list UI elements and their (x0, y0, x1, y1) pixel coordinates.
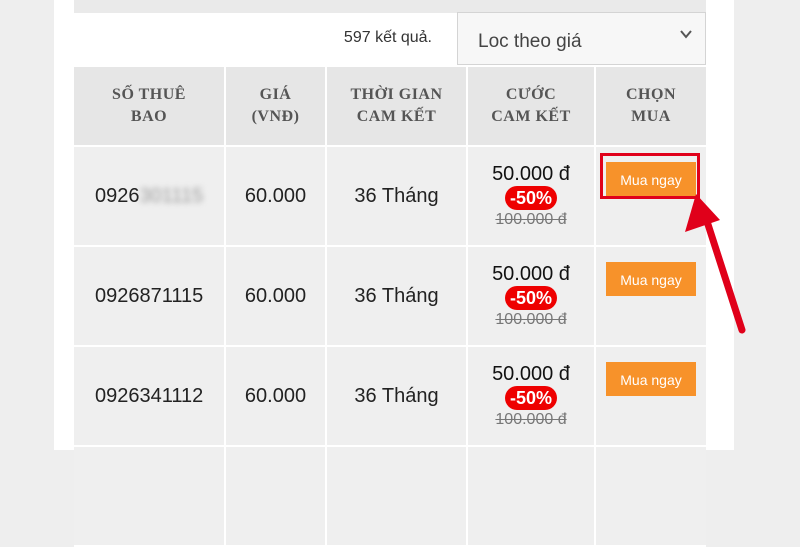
blurred-digits: 301115 (139, 184, 204, 207)
subscriber-number: 0926341112 (74, 346, 226, 447)
original-price: 100.000 đ (495, 211, 567, 228)
header-price: GIÁ (VNĐ) (225, 67, 327, 147)
price-cell: 60.000 (225, 346, 327, 447)
price-cell: 60.000 (225, 246, 327, 347)
arrow-pointer-icon (685, 194, 746, 334)
original-price: 100.000 đ (495, 411, 567, 428)
subscriber-number: 0926301115 (74, 146, 226, 247)
results-table: SỐ THUÊ BAO GIÁ (VNĐ) THỜI GIAN CAM KẾT CƯỚ… (74, 67, 706, 547)
original-price: 100.000 đ (495, 311, 567, 328)
buy-now-button[interactable]: Mua ngay (606, 362, 696, 396)
fee-price: 50.000 đ (492, 163, 570, 185)
chevron-down-icon (680, 30, 692, 39)
fee-price: 50.000 đ (492, 263, 570, 285)
header-subscriber-number: SỐ THUÊ BAO (74, 67, 226, 147)
discount-badge: -50% (504, 186, 558, 210)
term-cell: 36 Tháng (326, 346, 468, 447)
header-choose-buy: CHỌN MUA (595, 67, 706, 147)
subscriber-number: 0926871115 (74, 246, 226, 347)
price-filter-select[interactable]: Loc theo giá (457, 12, 706, 65)
price-filter-label: Loc theo giá (478, 31, 582, 52)
fee-cell: 50.000 đ -50% 100.000 đ (467, 346, 596, 447)
table-row-partial (74, 446, 706, 547)
discount-badge: -50% (504, 386, 558, 410)
fee-cell: 50.000 đ -50% 100.000 đ (467, 146, 596, 247)
header-commitment-term: THỜI GIAN CAM KẾT (326, 67, 468, 147)
term-cell: 36 Tháng (326, 146, 468, 247)
buy-cell: Mua ngay (595, 346, 706, 447)
table-row: 0926871115 60.000 36 Tháng 50.000 đ -50% 1… (74, 246, 706, 347)
results-count: 597 kết quả. (343, 29, 432, 46)
price-cell: 60.000 (225, 146, 327, 247)
fee-cell: 50.000 đ -50% 100.000 đ (467, 246, 596, 347)
table-row: 0926341112 60.000 36 Tháng 50.000 đ -50% 1… (74, 346, 706, 447)
term-cell: 36 Tháng (326, 246, 468, 347)
discount-badge: -50% (504, 286, 558, 310)
table-header-row: SỐ THUÊ BAO GIÁ (VNĐ) THỜI GIAN CAM KẾT CƯỚ… (74, 67, 706, 147)
header-commitment-fee: CƯỚC CAM KẾT (467, 67, 596, 147)
fee-price: 50.000 đ (492, 363, 570, 385)
